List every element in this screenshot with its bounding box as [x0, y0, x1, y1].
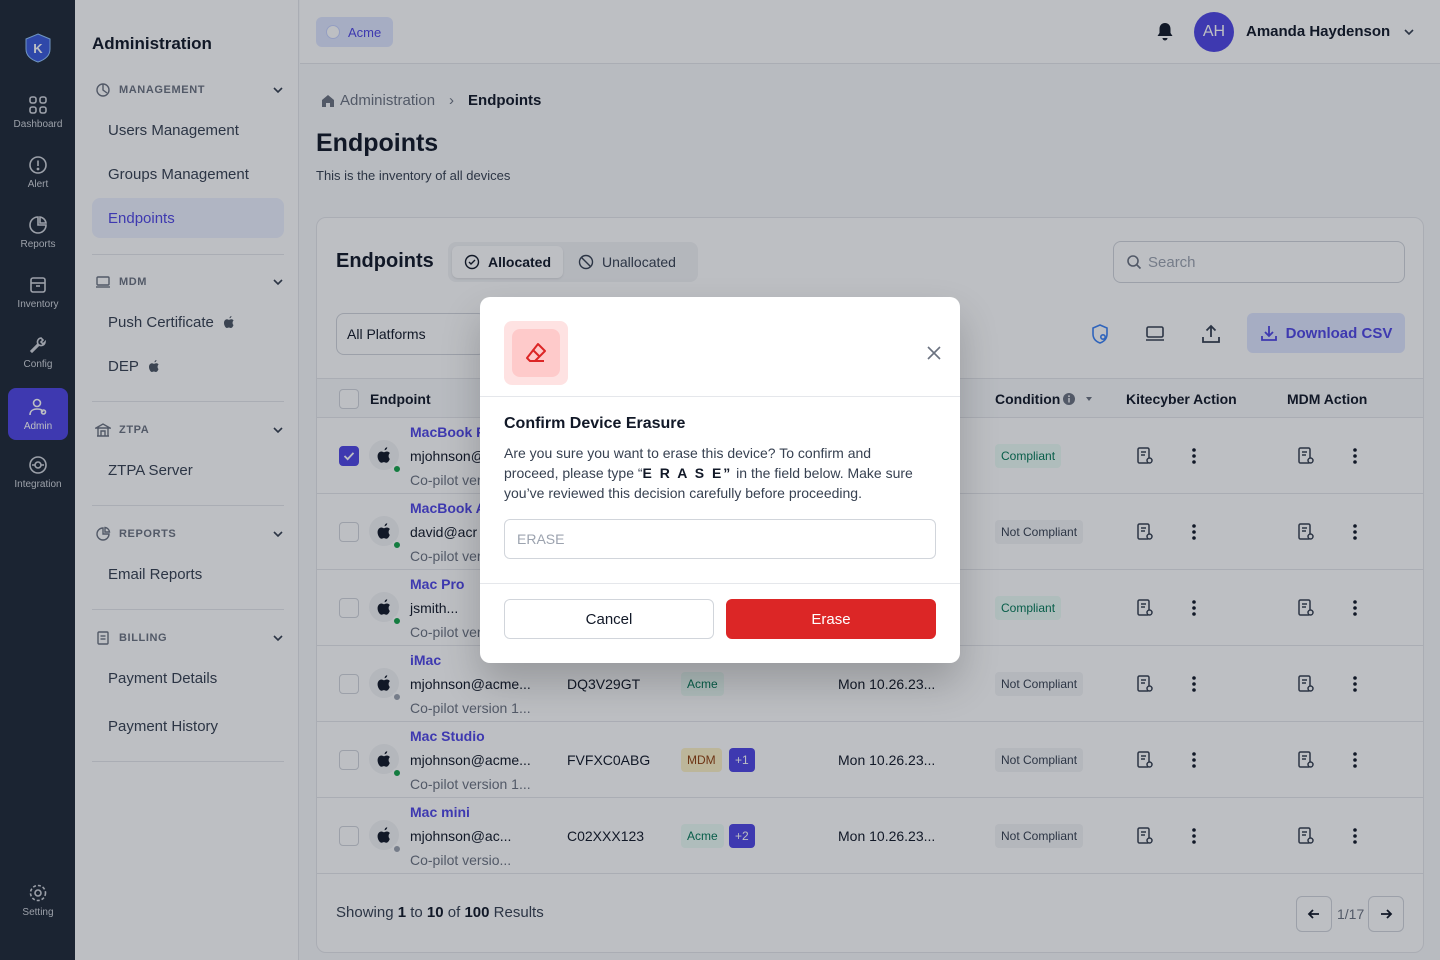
modal-message: Are you sure you want to erase this devi…	[504, 443, 924, 503]
erase-confirm-input[interactable]	[504, 519, 936, 559]
modal-divider	[480, 583, 960, 584]
confirm-erase-dialog: Confirm Device Erasure Are you sure you …	[480, 297, 960, 663]
modal-divider	[480, 396, 960, 397]
eraser-icon	[526, 343, 546, 362]
modal-title: Confirm Device Erasure	[504, 415, 686, 432]
close-icon[interactable]	[926, 345, 942, 361]
erase-icon-badge	[504, 321, 568, 385]
modal-keyword: E R A S E”	[642, 465, 733, 481]
cancel-button[interactable]: Cancel	[504, 599, 714, 639]
erase-button[interactable]: Erase	[726, 599, 936, 639]
